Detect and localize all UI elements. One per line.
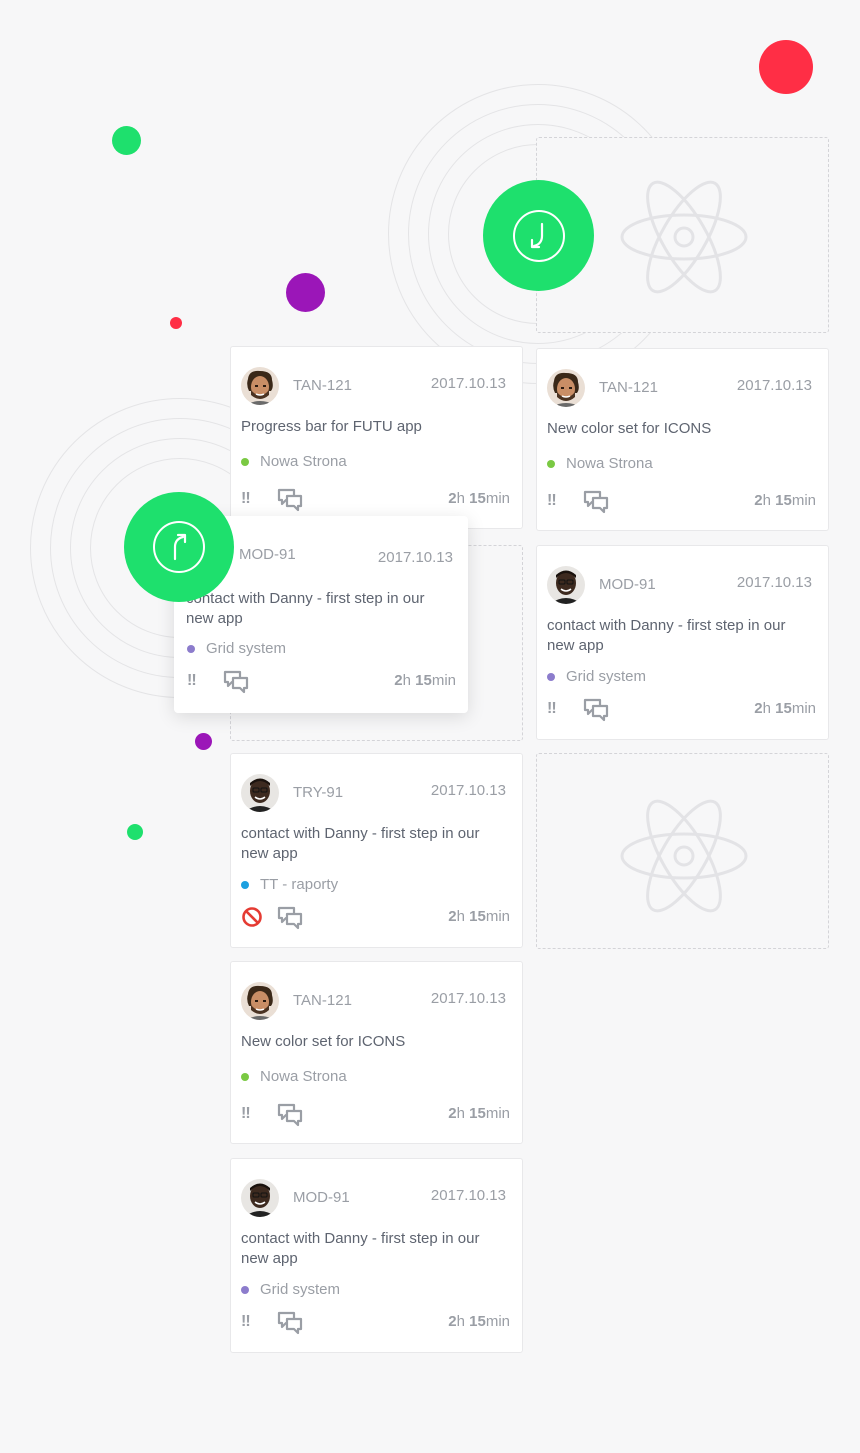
task-date: 2017.10.13 (736, 377, 812, 394)
arrow-down-left-icon (512, 209, 565, 262)
task-footer: !! 2h 15min (241, 488, 510, 512)
comments-icon[interactable] (583, 698, 609, 722)
task-code: TRY-91 (293, 784, 344, 801)
task-code: TAN-121 (599, 379, 658, 396)
avatar (241, 774, 279, 812)
project-name: Nowa Strona (566, 455, 653, 472)
time-estimate: 2h 15min (448, 1105, 510, 1122)
project-name: Nowa Strona (260, 453, 347, 470)
decor-dot-purple (286, 273, 325, 312)
avatar (241, 1179, 279, 1217)
project-name: Grid system (260, 1281, 341, 1298)
task-title: contact with Danny - first step in our n… (241, 1230, 480, 1267)
decor-dot-purple (195, 733, 212, 750)
priority-icon: !! (241, 1105, 251, 1122)
task-title: Progress bar for FUTU app (241, 418, 422, 435)
task-date: 2017.10.13 (430, 1187, 506, 1204)
task-code: MOD-91 (293, 1189, 350, 1206)
project-label: TT - raporty (241, 876, 338, 893)
task-date: 2017.10.13 (430, 375, 506, 392)
task-title: contact with Danny - first step in our n… (547, 617, 786, 654)
comments-icon[interactable] (583, 490, 609, 514)
project-name: TT - raporty (260, 876, 339, 893)
project-color-dot (241, 880, 249, 889)
project-label: Nowa Strona (241, 1068, 347, 1085)
priority-icon: !! (241, 490, 251, 507)
decor-dot-red (170, 317, 182, 329)
task-card[interactable]: TAN-121 2017.10.13 New color set for ICO… (230, 961, 523, 1144)
project-color-dot (241, 457, 249, 466)
time-estimate: 2h 15min (448, 1313, 510, 1330)
react-atom-icon (620, 180, 748, 294)
move-in-button[interactable] (483, 180, 594, 291)
project-color-dot (547, 672, 555, 681)
task-code: MOD-91 (239, 546, 296, 563)
decor-dot-red (759, 40, 813, 94)
time-estimate: 2h 15min (448, 908, 510, 925)
project-label: Nowa Strona (241, 453, 347, 470)
project-color-dot (547, 459, 555, 468)
task-code: TAN-121 (293, 992, 352, 1009)
task-footer: !! 2h 15min (187, 670, 456, 694)
project-color-dot (241, 1285, 249, 1294)
task-card[interactable]: MOD-91 2017.10.13 contact with Danny - f… (230, 1158, 523, 1353)
task-footer: 2h 15min (241, 906, 510, 930)
task-footer: !! 2h 15min (547, 490, 816, 514)
project-label: Grid system (187, 640, 286, 657)
drop-placeholder (536, 753, 829, 949)
task-code: MOD-91 (599, 576, 656, 593)
comments-icon[interactable] (277, 1103, 303, 1127)
task-card[interactable]: TRY-91 2017.10.13 contact with Danny - f… (230, 753, 523, 948)
task-footer: !! 2h 15min (547, 698, 816, 722)
priority-icon: !! (241, 1313, 251, 1330)
priority-icon: !! (187, 672, 197, 689)
project-label: Nowa Strona (547, 455, 653, 472)
task-footer: !! 2h 15min (241, 1103, 510, 1127)
task-title: New color set for ICONS (241, 1033, 406, 1050)
task-date: 2017.10.13 (736, 574, 812, 591)
react-atom-icon (620, 799, 748, 913)
blocked-icon (242, 907, 262, 927)
avatar (241, 982, 279, 1020)
project-color-dot (187, 644, 195, 653)
project-name: Grid system (566, 668, 647, 685)
project-name: Nowa Strona (260, 1068, 347, 1085)
avatar (241, 367, 279, 405)
decor-dot-green (127, 824, 143, 840)
task-code: TAN-121 (293, 377, 352, 394)
task-title: contact with Danny - first step in our n… (241, 825, 480, 862)
decor-dot-green (112, 126, 141, 155)
task-title: New color set for ICONS (547, 420, 712, 437)
time-estimate: 2h 15min (448, 490, 510, 507)
task-date: 2017.10.13 (377, 549, 453, 566)
task-card[interactable]: TAN-121 2017.10.13 Progress bar for FUTU… (230, 346, 523, 529)
comments-icon[interactable] (277, 906, 303, 930)
comments-icon[interactable] (223, 670, 249, 694)
task-card[interactable]: TAN-121 2017.10.13 New color set for ICO… (536, 348, 829, 531)
time-estimate: 2h 15min (754, 700, 816, 717)
project-label: Grid system (241, 1281, 340, 1298)
task-card[interactable]: MOD-91 2017.10.13 contact with Danny - f… (536, 545, 829, 740)
comments-icon[interactable] (277, 488, 303, 512)
time-estimate: 2h 15min (754, 492, 816, 509)
move-out-button[interactable] (124, 492, 234, 602)
priority-icon: !! (547, 492, 557, 509)
time-estimate: 2h 15min (394, 672, 456, 689)
priority-icon: !! (547, 700, 557, 717)
task-date: 2017.10.13 (430, 990, 506, 1007)
avatar (547, 566, 585, 604)
task-title: contact with Danny - first step in our n… (186, 590, 425, 627)
task-footer: !! 2h 15min (241, 1311, 510, 1335)
task-date: 2017.10.13 (430, 782, 506, 799)
arrow-up-right-icon (153, 521, 205, 573)
comments-icon[interactable] (277, 1311, 303, 1335)
avatar (547, 369, 585, 407)
project-name: Grid system (206, 640, 287, 657)
project-color-dot (241, 1072, 249, 1081)
project-label: Grid system (547, 668, 646, 685)
